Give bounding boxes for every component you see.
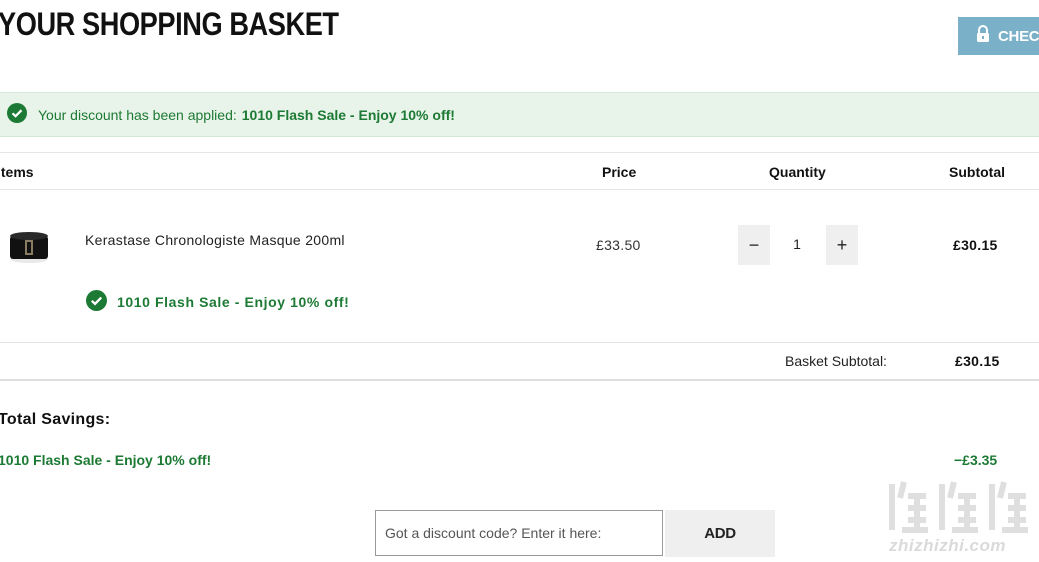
discount-applied-alert: Your discount has been applied: 1010 Fla… [0,92,1039,137]
total-savings-title: Total Savings: [0,411,111,428]
row-subtotal: £30.15 [953,237,998,253]
divider [0,152,1039,153]
basket-subtotal-label: Basket Subtotal: [785,353,887,369]
quantity-value[interactable]: 1 [786,236,808,252]
checkout-button[interactable]: CHECKO [958,17,1039,55]
checkout-label: CHECKO [998,27,1039,45]
product-thumbnail[interactable] [8,228,50,264]
watermark: zhizhizhi.com [886,478,1036,562]
alert-text: Your discount has been applied: [38,106,237,123]
row-promo: 1010 Flash Sale - Enjoy 10% off! [86,290,349,314]
savings-value: −£3.35 [954,452,998,468]
watermark-logo-icon [889,481,1028,533]
product-price: £33.50 [596,237,641,253]
divider [0,189,1039,190]
header-items: Items [0,164,34,180]
row-promo-text: 1010 Flash Sale - Enjoy 10% off! [117,294,350,310]
lock-icon [976,24,990,48]
basket-subtotal-value: £30.15 [955,353,1000,369]
add-discount-button[interactable]: ADD [665,510,775,557]
check-circle-icon [86,290,107,314]
page-title: YOUR SHOPPING BASKET [0,6,339,42]
header-subtotal: Subtotal [949,164,1005,180]
check-circle-icon [7,103,27,126]
savings-promo-name: 1010 Flash Sale - Enjoy 10% off! [0,452,212,468]
header-price: Price [602,164,637,180]
product-name[interactable]: Kerastase Chronologiste Masque 200ml [85,232,345,248]
quantity-decrease-button[interactable]: − [738,225,770,265]
watermark-text: zhizhizhi.com [889,536,1006,555]
quantity-increase-button[interactable]: + [826,225,858,265]
divider [0,342,1039,343]
alert-promo: 1010 Flash Sale - Enjoy 10% off! [241,106,455,123]
header-quantity: Quantity [769,164,826,180]
discount-code-input[interactable] [375,510,663,556]
divider [0,379,1039,381]
